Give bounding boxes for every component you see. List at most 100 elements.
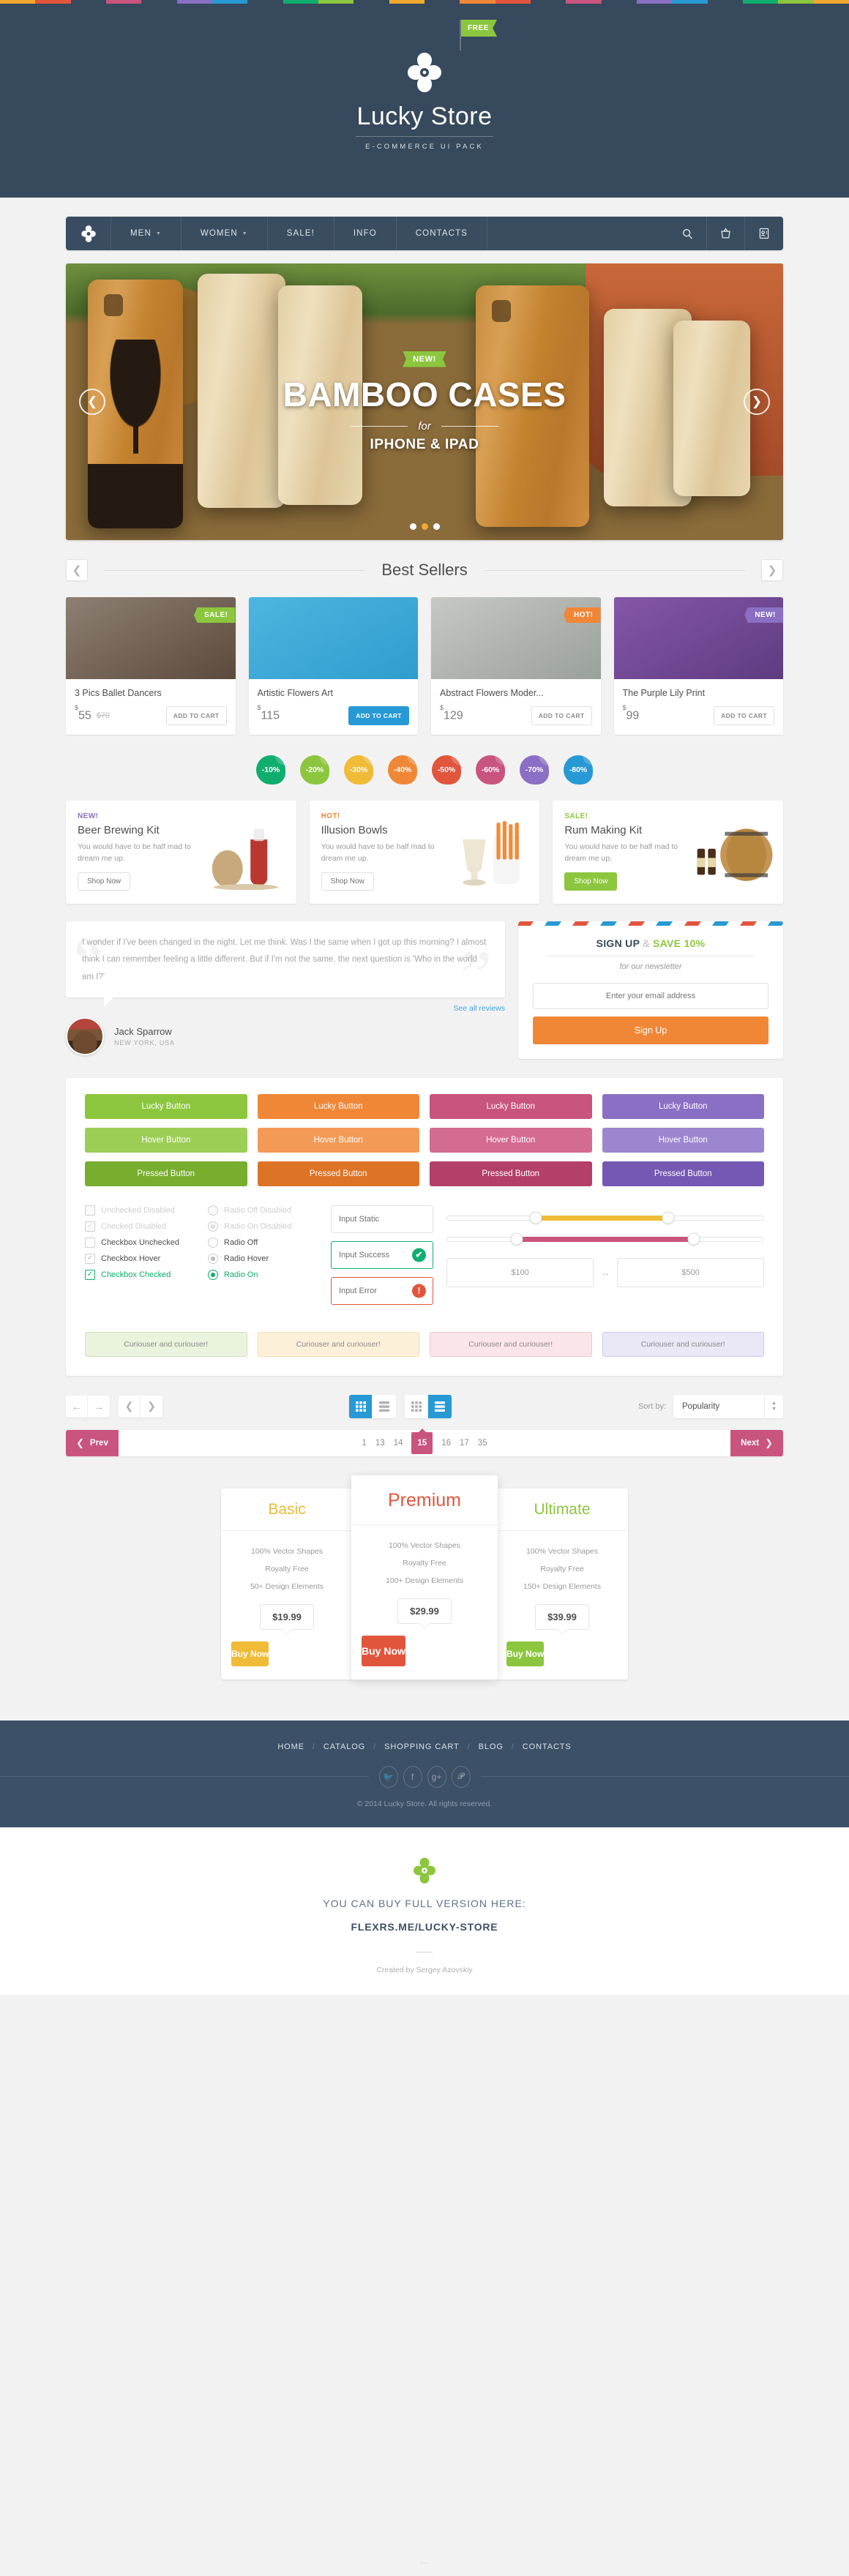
best-sellers-next-button[interactable]: ❯ bbox=[761, 559, 784, 581]
range-slider[interactable] bbox=[446, 1232, 764, 1246]
basket-icon[interactable] bbox=[707, 217, 745, 250]
ui-demo-button[interactable]: Hover Button bbox=[430, 1127, 592, 1153]
list-view-icon[interactable] bbox=[373, 1395, 396, 1418]
slider-handle[interactable] bbox=[510, 1232, 523, 1246]
ui-demo-button[interactable]: Hover Button bbox=[602, 1127, 764, 1153]
ui-demo-button[interactable]: Pressed Button bbox=[85, 1161, 247, 1186]
buy-now-button[interactable]: Buy Now bbox=[506, 1641, 545, 1666]
discount-sticker[interactable]: -80% bbox=[564, 755, 593, 785]
discount-sticker[interactable]: -20% bbox=[300, 755, 329, 785]
nav-item-women[interactable]: WOMEN ▼ bbox=[182, 217, 268, 250]
ui-demo-button[interactable]: Pressed Button bbox=[602, 1161, 764, 1186]
nav-brand-logo[interactable] bbox=[66, 217, 111, 250]
add-to-cart-button[interactable]: ADD TO CART bbox=[165, 706, 227, 725]
nav-item-contacts[interactable]: CONTACTS bbox=[397, 217, 487, 250]
search-icon[interactable] bbox=[669, 217, 707, 250]
add-to-cart-button[interactable]: ADD TO CART bbox=[714, 706, 774, 725]
ui-demo-button[interactable]: Hover Button bbox=[257, 1127, 419, 1153]
hero-dots[interactable] bbox=[66, 523, 783, 530]
pagination-page[interactable]: 17 bbox=[460, 1439, 469, 1448]
demo-input-err[interactable]: Input Error! bbox=[331, 1276, 433, 1305]
pinterest-icon[interactable]: 𝓟 bbox=[451, 1765, 471, 1788]
email-field[interactable] bbox=[533, 982, 768, 1009]
pagination-page[interactable]: 1 bbox=[362, 1439, 366, 1448]
sort-select[interactable]: Popularity ▲ ▼ bbox=[673, 1394, 783, 1418]
add-to-cart-button[interactable]: ADD TO CART bbox=[531, 706, 592, 725]
nav-item-men[interactable]: MEN ▼ bbox=[111, 217, 182, 250]
facebook-icon[interactable]: f bbox=[403, 1765, 422, 1788]
demo-input-static[interactable]: Input Static bbox=[331, 1205, 433, 1233]
hero-prev-button[interactable]: ❮ bbox=[79, 389, 105, 415]
slider-handle[interactable] bbox=[662, 1211, 675, 1224]
chevron-right-icon[interactable]: ❯ bbox=[141, 1396, 162, 1418]
ui-demo-button[interactable]: Hover Button bbox=[85, 1127, 247, 1153]
radio-row[interactable]: Radio Hover bbox=[208, 1253, 318, 1264]
pagination-current-page[interactable]: 15 bbox=[411, 1431, 433, 1454]
hero-next-button[interactable]: ❯ bbox=[744, 389, 770, 415]
product-card[interactable]: NEW! The Purple Lily Print $99 ADD TO CART bbox=[613, 597, 783, 735]
discount-sticker[interactable]: -70% bbox=[520, 755, 549, 785]
shop-now-button[interactable]: Shop Now bbox=[321, 872, 374, 891]
hero-dot[interactable] bbox=[409, 523, 416, 530]
checkbox-row[interactable]: ✓ Checkbox Hover bbox=[85, 1253, 195, 1264]
add-to-cart-button[interactable]: ADD TO CART bbox=[348, 706, 409, 725]
footer-link-home[interactable]: HOME bbox=[277, 1742, 304, 1751]
buy-now-button[interactable]: Buy Now bbox=[362, 1635, 405, 1666]
range-min-input[interactable]: $100 bbox=[446, 1257, 594, 1287]
slider-handle[interactable] bbox=[529, 1211, 542, 1224]
discount-sticker[interactable]: -60% bbox=[476, 755, 505, 785]
footer-link-catalog[interactable]: CATALOG bbox=[323, 1742, 365, 1751]
ui-demo-button[interactable]: Pressed Button bbox=[257, 1161, 419, 1186]
footer-link-blog[interactable]: BLOG bbox=[479, 1742, 504, 1751]
radio-row[interactable]: Radio Off bbox=[208, 1237, 318, 1248]
arrow-right-icon[interactable]: → bbox=[88, 1396, 110, 1418]
checkbox-row[interactable]: Checkbox Unchecked bbox=[85, 1237, 195, 1248]
ui-demo-button[interactable]: Lucky Button bbox=[430, 1093, 592, 1119]
buy-now-button[interactable]: Buy Now bbox=[231, 1641, 269, 1666]
pagination-page[interactable]: 35 bbox=[478, 1439, 487, 1448]
ui-demo-button[interactable]: Lucky Button bbox=[257, 1093, 419, 1119]
radio-row[interactable]: Radio On bbox=[208, 1269, 318, 1280]
see-all-reviews-link[interactable]: See all reviews bbox=[66, 1004, 505, 1013]
footer-link-shoppingcart[interactable]: SHOPPING CART bbox=[384, 1742, 460, 1751]
hero-slider[interactable]: NEW! BAMBOO CASES for IPHONE & IPAD ❮ ❯ bbox=[66, 263, 783, 540]
discount-sticker[interactable]: -40% bbox=[388, 755, 417, 785]
signup-button[interactable]: Sign Up bbox=[533, 1016, 768, 1044]
stepper-icon[interactable]: ▲ ▼ bbox=[764, 1394, 783, 1418]
pagination-next-button[interactable]: Next ❯ bbox=[730, 1429, 783, 1456]
hero-dot[interactable] bbox=[421, 523, 428, 530]
shop-now-button[interactable]: Shop Now bbox=[564, 872, 618, 891]
nav-item-info[interactable]: INFO bbox=[334, 217, 397, 250]
slider-handle[interactable] bbox=[687, 1232, 700, 1246]
ui-demo-button[interactable]: Pressed Button bbox=[430, 1161, 592, 1186]
product-card[interactable]: SALE! 3 Pics Ballet Dancers $55 $70 ADD TO C… bbox=[66, 597, 236, 735]
range-max-input[interactable]: $500 bbox=[617, 1257, 764, 1287]
nav-item-sale[interactable]: SALE! bbox=[268, 217, 334, 250]
shop-now-button[interactable]: Shop Now bbox=[78, 872, 131, 891]
twitter-icon[interactable]: 🐦 bbox=[378, 1765, 398, 1788]
discount-sticker[interactable]: -50% bbox=[432, 755, 461, 785]
promo-footer-url[interactable]: FLEXRS.ME/LUCKY-STORE bbox=[0, 1921, 849, 1933]
google-plus-icon[interactable]: g+ bbox=[427, 1765, 446, 1788]
checkbox-row[interactable]: ✓ Checkbox Checked bbox=[85, 1269, 195, 1280]
card-icon[interactable] bbox=[745, 217, 783, 250]
pagination-page[interactable]: 14 bbox=[394, 1439, 403, 1448]
footer-link-contacts[interactable]: CONTACTS bbox=[523, 1742, 572, 1751]
grid-view-icon[interactable] bbox=[349, 1394, 373, 1418]
product-card[interactable]: HOT! Abstract Flowers Moder... $129 ADD TO … bbox=[431, 597, 601, 735]
pagination-page[interactable]: 13 bbox=[375, 1439, 385, 1448]
discount-sticker[interactable]: -10% bbox=[256, 755, 285, 785]
grid-view-icon[interactable] bbox=[405, 1394, 429, 1418]
pagination-prev-button[interactable]: ❮ Prev bbox=[66, 1429, 119, 1456]
pagination-page[interactable]: 16 bbox=[441, 1439, 451, 1448]
chevron-left-icon[interactable]: ❮ bbox=[119, 1395, 141, 1418]
product-card[interactable]: Artistic Flowers Art $115 ADD TO CART bbox=[248, 597, 418, 735]
hero-dot[interactable] bbox=[433, 523, 440, 530]
discount-sticker[interactable]: -30% bbox=[344, 755, 373, 785]
range-slider[interactable] bbox=[446, 1211, 764, 1224]
list-view-icon[interactable] bbox=[428, 1394, 452, 1418]
ui-demo-button[interactable]: Lucky Button bbox=[85, 1093, 247, 1119]
demo-input-ok[interactable]: Input Success ✔ bbox=[331, 1240, 433, 1269]
arrow-left-icon[interactable]: ← bbox=[66, 1395, 88, 1418]
ui-demo-button[interactable]: Lucky Button bbox=[602, 1093, 764, 1119]
